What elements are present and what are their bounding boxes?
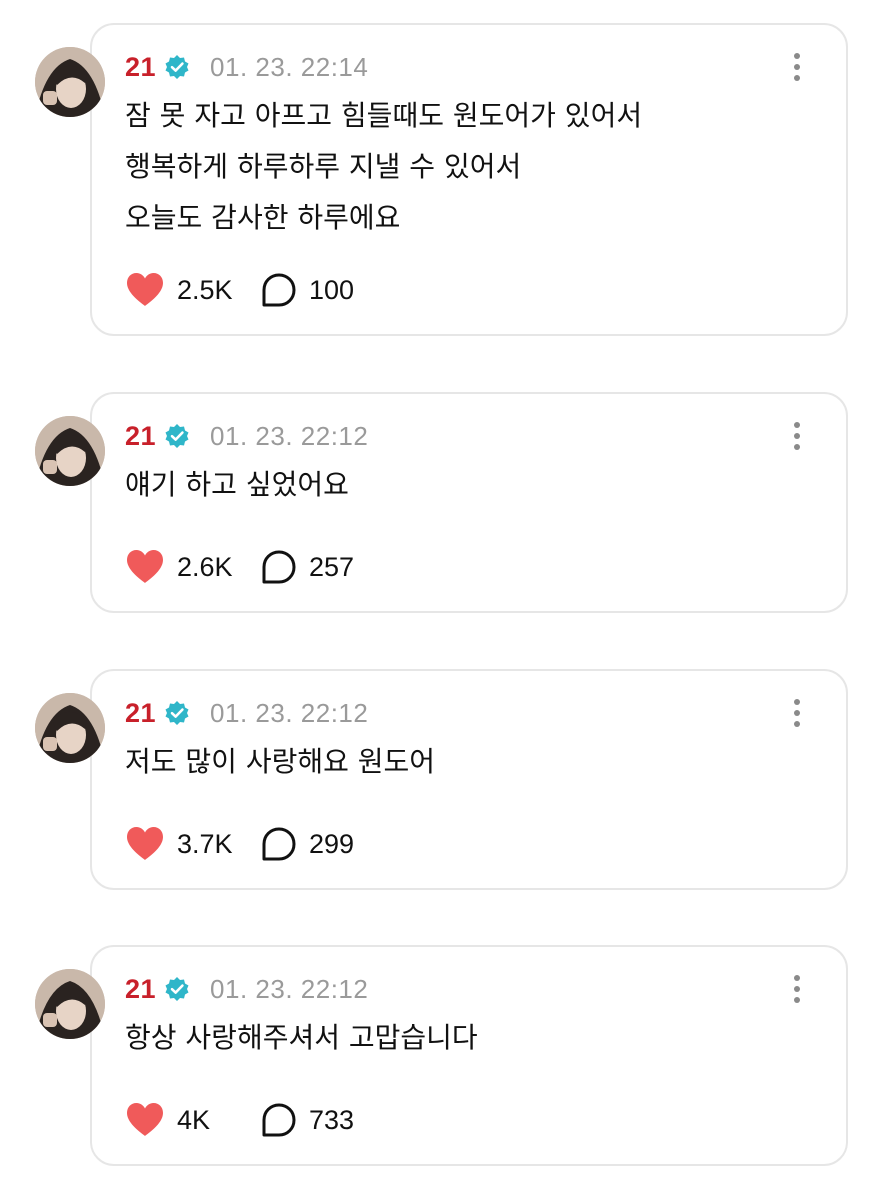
more-options-icon[interactable] (786, 420, 808, 452)
post-body: 얘기 하고 싶었어요 (125, 459, 815, 510)
avatar[interactable] (35, 47, 105, 117)
post-timestamp: 01. 23. 22:12 (210, 973, 369, 1004)
heart-icon[interactable] (125, 272, 165, 308)
comment-count: 100 (309, 274, 355, 305)
comment-icon[interactable] (261, 826, 297, 862)
heart-icon[interactable] (125, 549, 165, 585)
comment-icon[interactable] (261, 272, 297, 308)
author-name[interactable]: 21 (125, 698, 156, 729)
post-header: 21 01. 23. 22:12 (125, 693, 368, 733)
more-options-icon[interactable] (786, 51, 808, 83)
post-body-line: 오늘도 감사한 하루에요 (125, 201, 401, 234)
post-actions: 2.6K 257 (125, 547, 354, 587)
like-count: 4K (177, 1104, 211, 1135)
post-body: 항상 사랑해주셔서 고맙습니다 (125, 1012, 815, 1063)
post-body-line: 항상 사랑해주셔서 고맙습니다 (125, 1021, 478, 1054)
like-count: 3.7K (177, 828, 233, 859)
post-header: 21 01. 23. 22:12 (125, 416, 368, 456)
post-body-line: 잠 못 자고 아프고 힘들때도 원도어가 있어서 (125, 99, 643, 132)
comment-count: 733 (309, 1104, 355, 1135)
author-name[interactable]: 21 (125, 52, 156, 83)
author-name[interactable]: 21 (125, 974, 156, 1005)
more-options-icon[interactable] (786, 697, 808, 729)
verified-badge-icon (165, 55, 189, 79)
heart-icon[interactable] (125, 1102, 165, 1138)
avatar[interactable] (35, 693, 105, 763)
verified-badge-icon (165, 424, 189, 448)
comment-icon[interactable] (261, 549, 297, 585)
avatar[interactable] (35, 416, 105, 486)
author-name[interactable]: 21 (125, 421, 156, 452)
post-timestamp: 01. 23. 22:14 (210, 51, 369, 82)
post-body: 잠 못 자고 아프고 힘들때도 원도어가 있어서 행복하게 하루하루 지낼 수 … (125, 90, 815, 243)
post-actions: 2.5K 100 (125, 270, 354, 310)
post-body-line: 저도 많이 사랑해요 원도어 (125, 745, 436, 778)
post-actions: 4K 733 (125, 1100, 354, 1140)
post-timestamp: 01. 23. 22:12 (210, 420, 369, 451)
post-body-line: 얘기 하고 싶었어요 (125, 468, 349, 501)
verified-badge-icon (165, 701, 189, 725)
post-body: 저도 많이 사랑해요 원도어 (125, 736, 815, 787)
comment-icon[interactable] (261, 1102, 297, 1138)
more-options-icon[interactable] (786, 973, 808, 1005)
verified-badge-icon (165, 977, 189, 1001)
post-header: 21 01. 23. 22:14 (125, 47, 368, 87)
post-header: 21 01. 23. 22:12 (125, 969, 368, 1009)
heart-icon[interactable] (125, 826, 165, 862)
post-timestamp: 01. 23. 22:12 (210, 697, 369, 728)
comment-count: 257 (309, 551, 355, 582)
comment-count: 299 (309, 828, 355, 859)
avatar[interactable] (35, 969, 105, 1039)
like-count: 2.5K (177, 274, 233, 305)
like-count: 2.6K (177, 551, 233, 582)
post-actions: 3.7K 299 (125, 824, 354, 864)
post-body-line: 행복하게 하루하루 지낼 수 있어서 (125, 150, 522, 183)
